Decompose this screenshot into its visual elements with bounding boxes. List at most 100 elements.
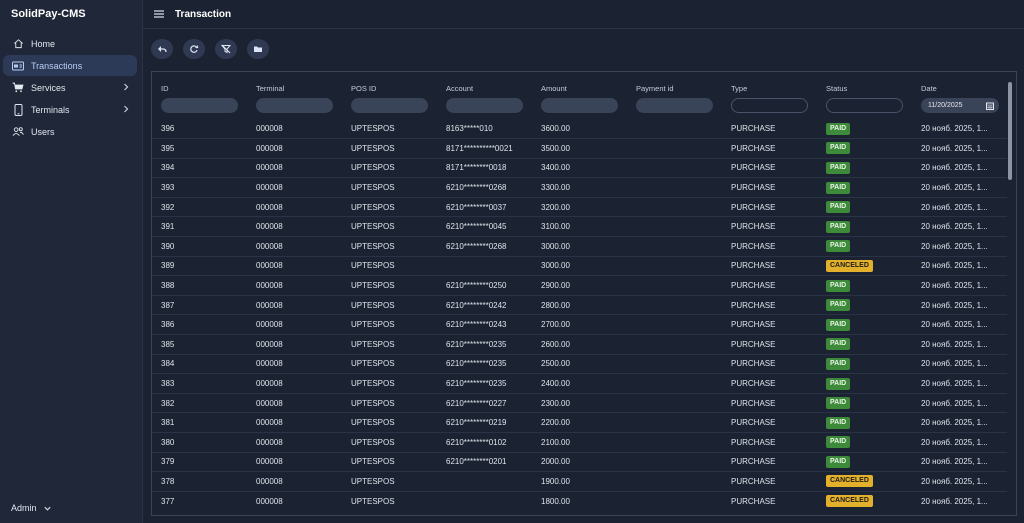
back-button[interactable] [151,39,173,59]
status-badge: PAID [826,455,851,468]
table-row[interactable]: 389 000008 UPTESPOS 3000.00 PURCHASE CANCELED… [152,255,1007,276]
sidebar-item-home[interactable]: Home [3,33,137,54]
table-cell: PAID [817,334,912,355]
sidebar: SolidPay-CMS Home Transactions Services Ter… [0,0,143,523]
table-cell: UPTESPOS [342,157,437,178]
table-cell [437,255,532,276]
column-filter-input[interactable] [351,98,428,113]
table-cell: 384 [152,353,247,374]
column-header-label: Type [731,84,748,93]
table-cell: 000008 [247,432,342,453]
table-row[interactable]: 385 000008 UPTESPOS 6210********0235 2600.00… [152,334,1007,355]
status-badge: CANCELED [826,495,873,508]
menu-toggle-icon[interactable] [153,8,165,20]
table-cell: 000008 [247,412,342,433]
user-menu[interactable]: Admin [11,503,52,513]
table-row[interactable]: 380 000008 UPTESPOS 6210********0102 2100.00… [152,432,1007,453]
table-row[interactable]: 383 000008 UPTESPOS 6210********0235 2400.00… [152,373,1007,394]
table-scrollbar[interactable] [1008,82,1012,180]
table-cell: PAID [817,196,912,217]
table-cell: 388 [152,275,247,296]
table-cell: PAID [817,314,912,335]
table-cell: 385 [152,334,247,355]
chevron-right-icon [124,105,129,113]
status-badge: CANCELED [826,259,873,272]
column-filter-input[interactable] [636,98,713,113]
table-cell: 396 [161,124,175,134]
table-cell: 381 [152,412,247,433]
table-cell: UPTESPOS [342,490,437,511]
table-row[interactable]: 396 000008 UPTESPOS 8163*****010 3600.00 PURC… [152,119,1007,139]
table-cell: 2500.00 [532,353,627,374]
column-filter-input[interactable] [731,98,808,113]
table-cell: 6210********0235 [437,353,532,374]
table-row[interactable]: 395 000008 UPTESPOS 8171**********0021 3500.… [152,138,1007,159]
date-filter-input[interactable]: 11/20/2025 [921,98,999,113]
table-cell: PURCHASE [722,471,817,492]
sidebar-item-services[interactable]: Services [3,77,137,98]
table-cell [627,373,722,394]
sidebar-item-users[interactable]: Users [3,121,137,142]
sidebar-item-terminals[interactable]: Terminals [3,99,137,120]
table-cell: UPTESPOS [342,353,437,374]
table-cell: UPTESPOS [342,314,437,335]
clear-filter-button[interactable] [215,39,237,59]
phone-icon [12,103,24,116]
table-cell: 1900.00 [532,471,627,492]
table-cell: 000008 [247,236,342,257]
table-cell: PAID [817,157,912,178]
status-badge: PAID [826,318,851,331]
table-cell: PURCHASE [722,294,817,315]
column-filter-input[interactable] [541,98,618,113]
refresh-button[interactable] [183,39,205,59]
column-filter-input[interactable] [446,98,523,113]
home-icon [12,38,24,50]
table-cell: 382 [152,392,247,413]
table-cell: 000008 [247,353,342,374]
table-row[interactable]: 393 000008 UPTESPOS 6210********0268 3300.00… [152,177,1007,198]
filter-clear-icon [221,44,231,54]
open-folder-button[interactable] [247,39,269,59]
table-cell: 1800.00 [532,490,627,511]
column-filter-input[interactable] [161,98,238,113]
table-cell: UPTESPOS [342,373,437,394]
table-row[interactable]: 381 000008 UPTESPOS 6210********0219 2200.00… [152,412,1007,433]
table-cell: PAID [817,138,912,159]
column-header: Terminal [247,72,342,119]
table-cell: PAID [817,451,912,472]
column-filter-input[interactable] [256,98,333,113]
column-header: Date 11/20/2025 [912,72,1007,119]
table-cell: 6210********0235 [437,334,532,355]
table-row[interactable]: 391 000008 UPTESPOS 6210********0045 3100.00… [152,216,1007,237]
table-row[interactable]: 392 000008 UPTESPOS 6210********0037 3200.00… [152,196,1007,217]
table-row[interactable]: 390 000008 UPTESPOS 6210********0268 3000.00… [152,236,1007,257]
table-cell [627,255,722,276]
table-cell: 20 нояб. 2025, 1... [912,216,1007,237]
table-cell: PURCHASE [722,314,817,335]
status-badge: PAID [826,357,851,370]
table-row[interactable]: 382 000008 UPTESPOS 6210********0227 2300.00… [152,392,1007,413]
table-row[interactable]: 388 000008 UPTESPOS 6210********0250 2900.00… [152,275,1007,296]
sidebar-item-transactions[interactable]: Transactions [3,55,137,76]
table-row[interactable]: 387 000008 UPTESPOS 6210********0242 2800.00… [152,294,1007,315]
table-cell: 3600.00 [541,124,570,134]
column-filter-input[interactable] [826,98,903,113]
table-cell: PAID [817,432,912,453]
table-cell: 20 нояб. 2025, 1... [912,275,1007,296]
table-cell: 391 [152,216,247,237]
table-row[interactable]: 379 000008 UPTESPOS 6210********0201 2000.00… [152,451,1007,472]
table-cell: 20 нояб. 2025, 1... [912,373,1007,394]
table-cell: 6210********0235 [437,373,532,394]
table-cell: 2200.00 [532,412,627,433]
table-row[interactable]: 377 000008 UPTESPOS 1800.00 PURCHASE CANCELED… [152,490,1007,511]
column-header: Payment id [627,72,722,119]
table-row[interactable]: 384 000008 UPTESPOS 6210********0235 2500.00… [152,353,1007,374]
table-cell: 20 нояб. 2025, 1... [912,294,1007,315]
table-row[interactable]: 378 000008 UPTESPOS 1900.00 PURCHASE CANCELED… [152,471,1007,492]
table-row[interactable]: 386 000008 UPTESPOS 6210********0243 2700.00… [152,314,1007,335]
table-cell: 20 нояб. 2025, 1... [912,138,1007,159]
table-cell: 6210********0037 [437,196,532,217]
table-row[interactable]: 394 000008 UPTESPOS 8171********0018 3400.00… [152,157,1007,178]
table-cell: 20 нояб. 2025, 1... [921,124,988,134]
status-badge: PAID [826,279,851,292]
